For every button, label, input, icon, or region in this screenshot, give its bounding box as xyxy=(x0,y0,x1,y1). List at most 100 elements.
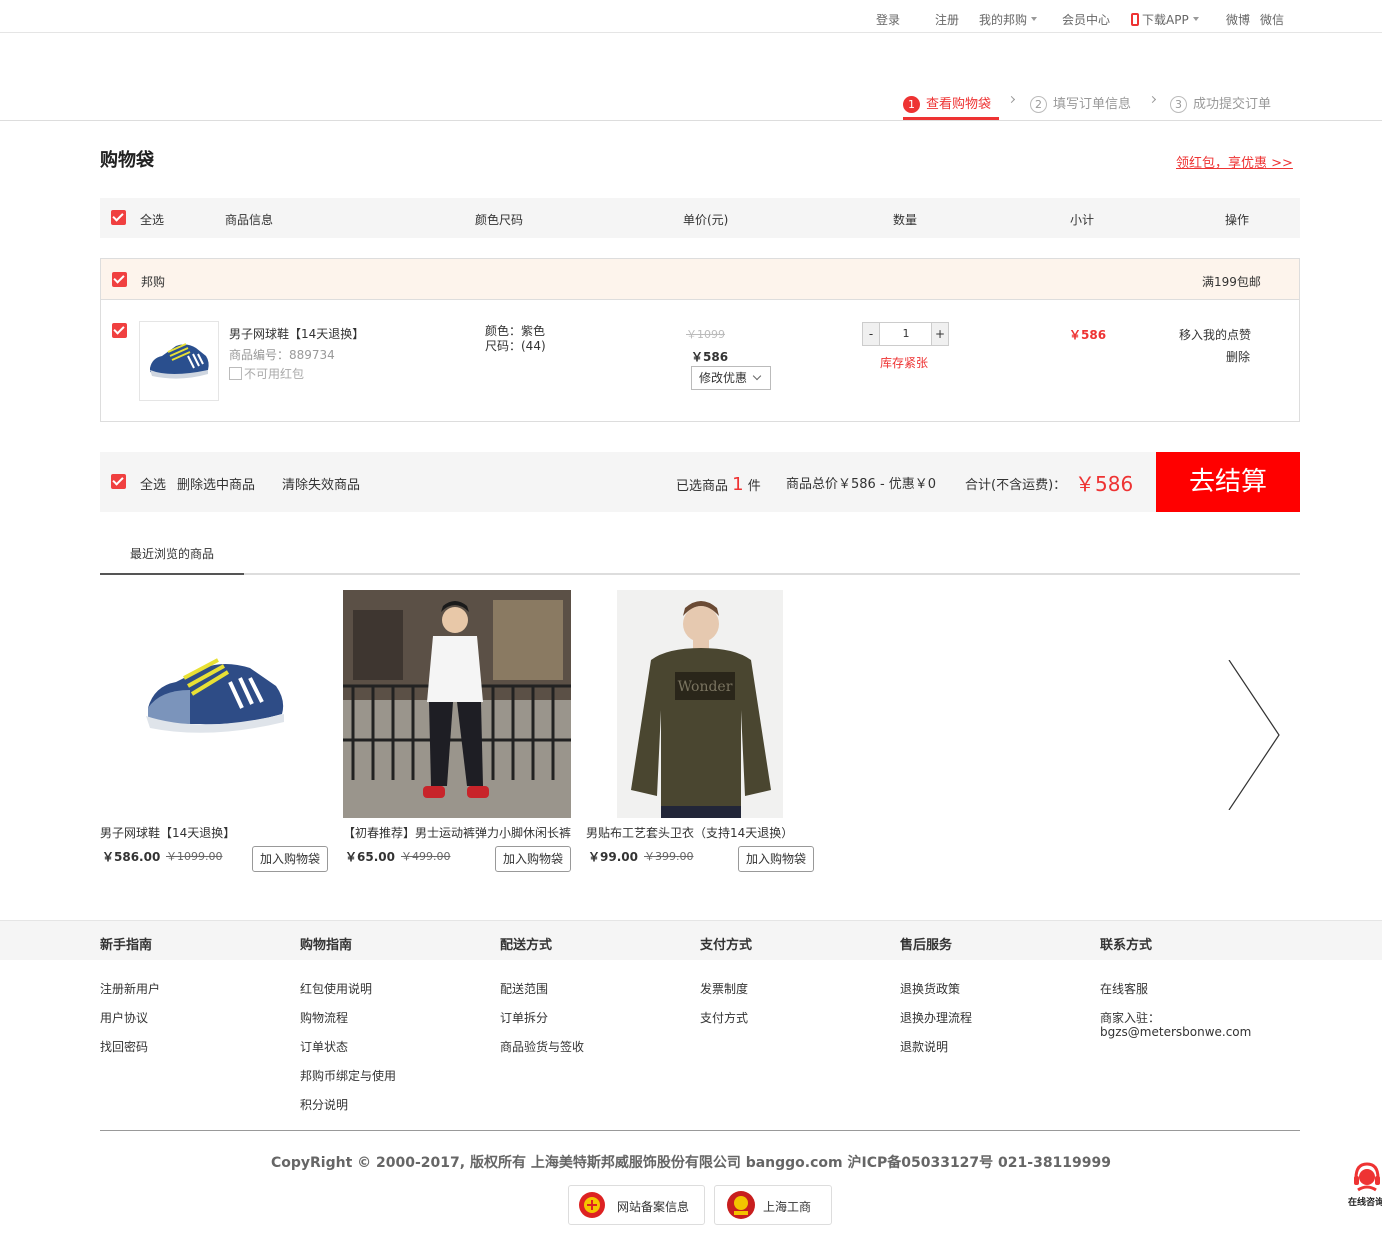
delete-item-link[interactable]: 删除 xyxy=(1226,348,1250,365)
recent-item-name[interactable]: 男贴布工艺套头卫衣（支持14天退换） xyxy=(586,824,816,841)
coupon-icon xyxy=(229,367,242,380)
cart-table-header: 全选 商品信息 颜色尺码 单价(元) 数量 小计 操作 xyxy=(100,198,1300,238)
shop-name: 邦购 xyxy=(141,275,166,289)
clear-invalid-link[interactable]: 清除失效商品 xyxy=(282,474,360,493)
chevron-down-icon xyxy=(1031,17,1038,21)
chevron-right-icon xyxy=(1148,95,1157,104)
item-price: ￥586 xyxy=(691,350,729,364)
footer-link[interactable]: 退换办理流程 xyxy=(900,1009,972,1026)
headset-icon xyxy=(1354,1162,1380,1192)
add-to-cart-button[interactable]: 加入购物袋 xyxy=(252,846,328,872)
selected-count: 已选商品 1 件 xyxy=(676,474,761,495)
footer-link[interactable]: 配送范围 xyxy=(500,980,548,997)
recent-item-old-price: ￥1099.00 xyxy=(166,850,223,863)
chevron-down-icon xyxy=(752,371,762,381)
footer-link[interactable]: 红包使用说明 xyxy=(300,980,372,997)
cart-summary-bar: 全选 删除选中商品 清除失效商品 已选商品 1 件 商品总价￥586 - 优惠￥… xyxy=(100,452,1300,512)
register-link[interactable]: 注册 xyxy=(935,11,959,28)
login-link[interactable]: 登录 xyxy=(876,11,900,28)
col-action: 操作 xyxy=(1225,213,1250,227)
qty-input[interactable]: 1 xyxy=(881,323,931,345)
footer-merchant-email[interactable]: bgzs@metersbonwe.com xyxy=(1100,1025,1251,1039)
move-to-favorites-link[interactable]: 移入我的点赞 xyxy=(1179,326,1251,343)
my-banggo-label: 我的邦购 xyxy=(979,13,1028,27)
footer-link[interactable]: 用户协议 xyxy=(100,1009,148,1026)
recent-item-price: ￥586.00 xyxy=(102,850,161,864)
footer-link[interactable]: 积分说明 xyxy=(300,1096,348,1113)
icp-badge[interactable]: 网站备案信息 xyxy=(568,1185,705,1225)
summary-select-all-label: 全选 xyxy=(140,478,167,493)
phone-icon xyxy=(1131,13,1139,26)
footer-headings: 新手指南 购物指南 配送方式 支付方式 售后服务 联系方式 xyxy=(0,920,1382,960)
totals-breakdown: 商品总价￥586 - 优惠￥0 xyxy=(786,477,937,492)
total-label: 合计(不含运费)： xyxy=(965,478,1067,493)
footer-link[interactable]: 注册新用户 xyxy=(100,980,160,997)
pants-model-image xyxy=(343,590,571,818)
no-coupon-note: 不可用红包 xyxy=(229,365,304,382)
add-to-cart-button[interactable]: 加入购物袋 xyxy=(495,846,571,872)
delete-selected-link[interactable]: 删除选中商品 xyxy=(177,474,255,493)
footer-heading: 新手指南 xyxy=(100,938,153,953)
chevron-right-icon xyxy=(1007,95,1016,104)
recent-item-image[interactable] xyxy=(100,590,328,818)
copyright: CopyRight © 2000-2017, 版权所有 上海美特斯邦威服饰股份有… xyxy=(270,1155,1112,1171)
online-consult[interactable]: 在线咨询 xyxy=(1346,1160,1382,1210)
footer-merchant-label: 商家入驻： xyxy=(1100,1011,1161,1025)
footer-link[interactable]: 发票制度 xyxy=(700,980,748,997)
footer-link[interactable]: 商品验货与签收 xyxy=(500,1038,584,1055)
footer-link[interactable]: 在线客服 xyxy=(1100,980,1148,997)
footer-link[interactable]: 订单拆分 xyxy=(500,1009,548,1026)
step-number: 2 xyxy=(1030,96,1047,113)
stock-note: 库存紧张 xyxy=(880,356,929,370)
carousel-next-arrow[interactable] xyxy=(1225,660,1285,810)
qty-minus-button[interactable]: - xyxy=(863,323,880,345)
item-code: 商品编号：889734 xyxy=(229,348,335,362)
add-to-cart-button[interactable]: 加入购物袋 xyxy=(738,846,814,872)
footer-heading: 联系方式 xyxy=(1100,938,1153,953)
footer-link[interactable]: 支付方式 xyxy=(700,1009,748,1026)
recent-item-name[interactable]: 男子网球鞋【14天退换】 xyxy=(100,824,330,841)
footer-link[interactable]: 找回密码 xyxy=(100,1038,148,1055)
item-name[interactable]: 男子网球鞋【14天退换】 xyxy=(229,325,364,342)
tab-recent-viewed[interactable]: 最近浏览的商品 xyxy=(100,538,244,575)
my-banggo-menu[interactable]: 我的邦购 xyxy=(979,11,1038,28)
member-center-link[interactable]: 会员中心 xyxy=(1062,11,1110,28)
selected-prefix: 已选商品 xyxy=(676,479,729,494)
item-original-price: ￥1099 xyxy=(686,328,725,341)
modify-offer-dropdown[interactable]: 修改优惠 xyxy=(691,366,771,390)
download-app-menu[interactable]: 下载APP xyxy=(1131,11,1199,28)
item-checkbox[interactable] xyxy=(112,323,127,338)
summary-select-all-checkbox[interactable] xyxy=(111,474,126,489)
weixin-link[interactable]: 微信 xyxy=(1260,11,1284,28)
footer-link[interactable]: 退款说明 xyxy=(900,1038,948,1055)
recent-item-price: ￥99.00 xyxy=(588,850,638,864)
aic-badge[interactable]: 上海工商 xyxy=(714,1185,832,1225)
selected-count-value: 1 xyxy=(732,474,744,495)
no-coupon-label: 不可用红包 xyxy=(244,367,305,381)
col-product-info: 商品信息 xyxy=(225,213,274,227)
chevron-down-icon xyxy=(1192,17,1199,21)
recent-item-name[interactable]: 【初春推荐】男士运动裤弹力小脚休闲长裤 xyxy=(343,824,573,841)
sweater-print-text: Wonder xyxy=(678,679,733,695)
checkout-button[interactable]: 去结算 xyxy=(1156,452,1300,512)
promo-link[interactable]: 领红包，享优惠 >> xyxy=(1176,152,1293,171)
recent-tabs: 最近浏览的商品 xyxy=(100,538,1300,575)
select-all-checkbox[interactable] xyxy=(111,210,126,225)
shop-group: 邦购 满199包邮 男子网球鞋【14天退换】 商品编号：889734 不可用红包… xyxy=(100,258,1300,422)
step-label: 填写订单信息 xyxy=(1053,97,1132,112)
footer-link[interactable]: 购物流程 xyxy=(300,1009,348,1026)
qty-plus-button[interactable]: + xyxy=(931,323,948,345)
weibo-link[interactable]: 微博 xyxy=(1226,11,1250,28)
shop-header: 邦购 满199包邮 xyxy=(101,259,1299,300)
footer-link[interactable]: 退换货政策 xyxy=(900,980,960,997)
recent-item-image[interactable]: Wonder xyxy=(617,590,783,818)
modify-offer-label: 修改优惠 xyxy=(699,371,748,385)
col-quantity: 数量 xyxy=(893,213,918,227)
item-size: 尺码：(44) xyxy=(485,339,546,353)
footer-link[interactable]: 邦购币绑定与使用 xyxy=(300,1067,396,1084)
shoe-image xyxy=(146,658,284,733)
shop-checkbox[interactable] xyxy=(112,272,127,287)
product-thumbnail[interactable] xyxy=(139,321,219,401)
recent-item-image[interactable] xyxy=(343,590,571,818)
footer-link[interactable]: 订单状态 xyxy=(300,1038,348,1055)
